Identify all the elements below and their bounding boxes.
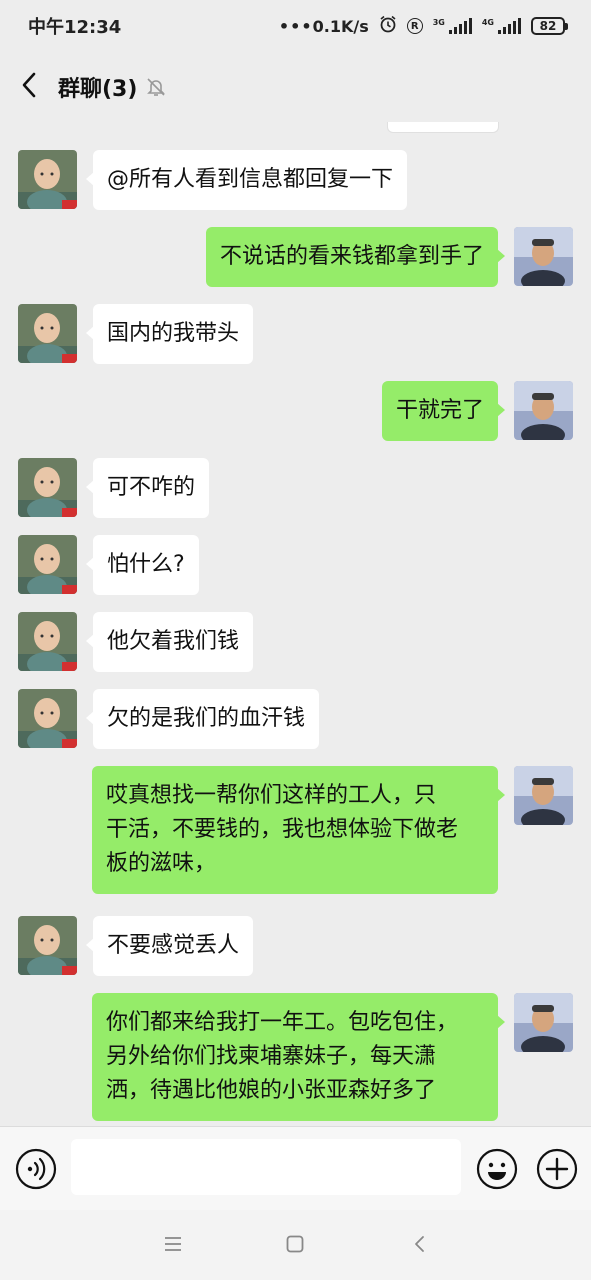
- message-row: @所有人看到信息都回复一下: [18, 150, 408, 210]
- avatar-baby[interactable]: [18, 535, 77, 594]
- avatar-self[interactable]: [514, 993, 573, 1052]
- more-button[interactable]: [536, 1148, 578, 1194]
- nav-home-button[interactable]: [285, 1234, 305, 1258]
- chat-title: 群聊(3): [58, 77, 138, 102]
- message-bubble[interactable]: 哎真想找一帮你们这样的工人，只 干活，不要钱的，我也想体验下做老 板的滋味，: [92, 766, 505, 894]
- message-line: 另外给你们找柬埔寨妹子，每天潇: [106, 1044, 437, 1069]
- message-bubble[interactable]: 欠的是我们的血汗钱: [85, 689, 320, 749]
- message-bubble[interactable]: 你们都来给我打一年工。包吃包住， 另外给你们找柬埔寨妹子，每天潇 洒，待遇比他娘…: [92, 993, 505, 1121]
- voice-icon: [15, 1148, 57, 1194]
- nav-back-icon: [410, 1236, 430, 1258]
- message-bubble[interactable]: 他欠着我们钱: [85, 612, 254, 672]
- message-bubble[interactable]: 怕什么?: [86, 535, 199, 595]
- signal-sim2-icon: 4G: [482, 18, 521, 34]
- message-line: 干活，不要钱的，我也想体验下做老: [106, 817, 459, 842]
- message-row: 你们都来给我打一年工。包吃包住， 另外给你们找柬埔寨妹子，每天潇 洒，待遇比他娘…: [92, 993, 573, 1121]
- input-bar: [0, 1126, 591, 1210]
- message-bubble[interactable]: 不说话的看来钱都拿到手了: [205, 227, 506, 287]
- bell-off-icon: [145, 76, 167, 98]
- message-list[interactable]: @所有人看到信息都回复一下 不说话的看来钱都拿到手了 国内的我带头 干就完了 可…: [0, 122, 591, 1126]
- status-bar: 中午12:34 •••0.1K/s R 3G 4G 82: [0, 0, 591, 52]
- avatar-baby[interactable]: [18, 612, 77, 671]
- emoji-button[interactable]: [476, 1148, 518, 1194]
- avatar-self[interactable]: [514, 381, 573, 440]
- avatar-baby[interactable]: [18, 916, 77, 975]
- message-row: 哎真想找一帮你们这样的工人，只 干活，不要钱的，我也想体验下做老 板的滋味，: [92, 766, 573, 894]
- plus-icon: [536, 1148, 578, 1194]
- avatar-baby[interactable]: [18, 304, 77, 363]
- avatar-self[interactable]: [514, 227, 573, 286]
- message-row: 可不咋的: [18, 458, 210, 518]
- avatar-baby[interactable]: [18, 150, 77, 209]
- signal-sim1-icon: 3G: [433, 18, 472, 34]
- home-square-icon: [285, 1235, 305, 1258]
- chevron-left-icon: [21, 72, 37, 102]
- system-nav-bar: [0, 1210, 591, 1280]
- battery-indicator: 82: [531, 17, 568, 35]
- message-row: 不要感觉丢人: [18, 916, 254, 976]
- smile-icon: [476, 1148, 518, 1194]
- message-bubble[interactable]: 可不咋的: [85, 458, 210, 518]
- message-line: 板的滋味，: [106, 851, 217, 876]
- avatar-baby[interactable]: [18, 458, 77, 517]
- alarm-icon: [379, 15, 397, 37]
- message-row: 干就完了: [381, 381, 573, 441]
- message-input[interactable]: [71, 1139, 461, 1195]
- nav-back-button[interactable]: [410, 1234, 430, 1258]
- voice-button[interactable]: [15, 1148, 57, 1194]
- message-line: 你们都来给我打一年工。包吃包住，: [106, 1010, 459, 1035]
- message-bubble[interactable]: 干就完了: [381, 381, 506, 441]
- back-button[interactable]: [0, 52, 58, 122]
- message-bubble[interactable]: 国内的我带头: [85, 304, 254, 364]
- message-bubble[interactable]: @所有人看到信息都回复一下: [85, 150, 408, 210]
- chat-header: 群聊(3): [0, 52, 591, 122]
- avatar-self[interactable]: [514, 766, 573, 825]
- status-icons: •••0.1K/s R 3G 4G 82: [278, 15, 568, 37]
- message-row: 怕什么?: [18, 535, 199, 595]
- message-line: 洒，待遇比他娘的小张亚森好多了: [106, 1078, 437, 1103]
- message-row: 国内的我带头: [18, 304, 254, 364]
- registered-icon: R: [406, 18, 423, 34]
- previous-message-edge: [387, 122, 499, 133]
- message-bubble[interactable]: 不要感觉丢人: [85, 916, 254, 976]
- menu-icon: [163, 1237, 183, 1258]
- message-line: 哎真想找一帮你们这样的工人，只: [106, 783, 437, 808]
- network-speed: •••0.1K/s: [278, 16, 369, 36]
- message-row: 不说话的看来钱都拿到手了: [205, 227, 573, 287]
- avatar-baby[interactable]: [18, 689, 77, 748]
- message-row: 欠的是我们的血汗钱: [18, 689, 320, 749]
- nav-menu-button[interactable]: [163, 1234, 183, 1258]
- message-row: 他欠着我们钱: [18, 612, 254, 672]
- status-time: 中午12:34: [28, 17, 122, 38]
